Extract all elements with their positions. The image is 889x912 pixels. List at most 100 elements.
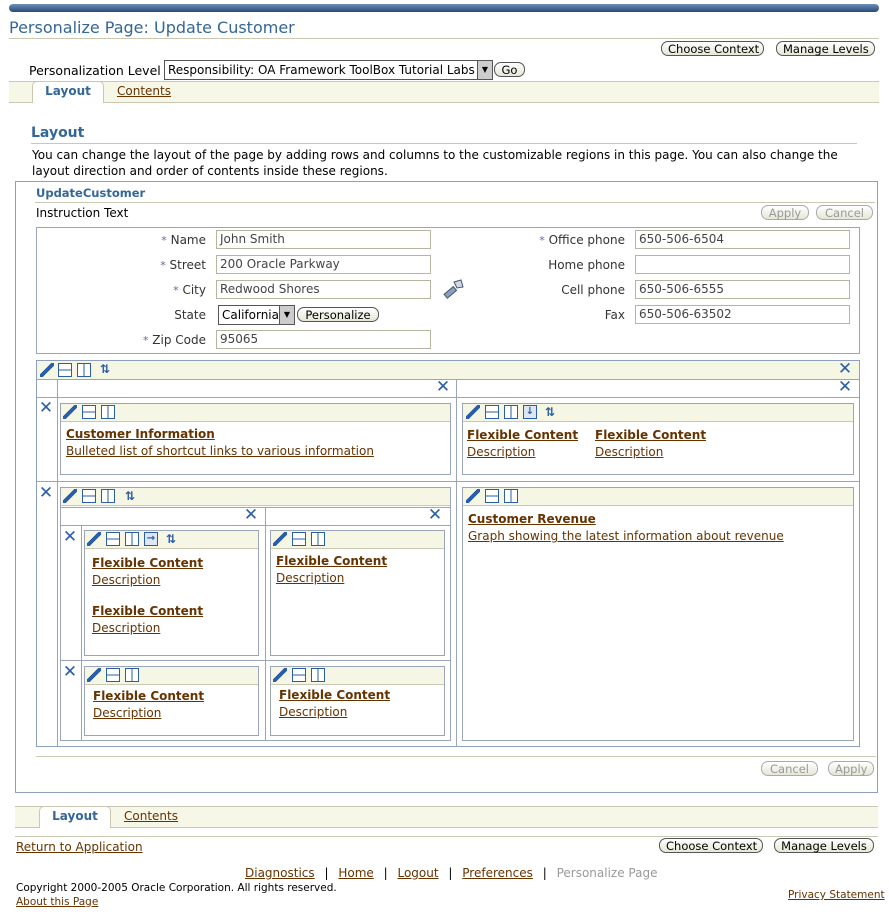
cell-phone-field[interactable]: 650-506-6555 bbox=[635, 280, 850, 299]
pencil-icon[interactable] bbox=[63, 405, 77, 419]
customer-revenue-link[interactable]: Customer Revenue bbox=[468, 512, 596, 526]
fax-field[interactable]: 650-506-63502 bbox=[635, 305, 850, 324]
home-phone-field[interactable] bbox=[635, 255, 850, 274]
pencil-icon[interactable] bbox=[40, 363, 54, 377]
customer-information-description[interactable]: Bulleted list of shortcut links to vario… bbox=[66, 444, 374, 458]
flashlight-icon[interactable] bbox=[441, 278, 465, 300]
remove-icon[interactable]: ✕ bbox=[837, 361, 853, 378]
privacy-statement-link[interactable]: Privacy Statement bbox=[788, 889, 885, 901]
pencil-icon[interactable] bbox=[273, 532, 287, 546]
flexible-content-description[interactable]: Description bbox=[467, 445, 535, 459]
remove-icon[interactable]: ✕ bbox=[38, 400, 54, 417]
manage-levels-button-bottom[interactable]: Manage Levels bbox=[774, 838, 874, 853]
remove-icon[interactable]: ✕ bbox=[435, 379, 451, 396]
manage-levels-button[interactable]: Manage Levels bbox=[776, 41, 875, 56]
flexible-content-description[interactable]: Description bbox=[276, 571, 344, 585]
remove-icon[interactable]: ✕ bbox=[38, 485, 54, 502]
add-column-icon[interactable] bbox=[504, 405, 518, 419]
move-down-icon[interactable]: ↓ bbox=[523, 405, 537, 419]
add-column-icon[interactable] bbox=[504, 489, 518, 503]
add-column-icon[interactable] bbox=[311, 532, 325, 546]
city-label: * City bbox=[120, 283, 206, 297]
flexible-content-link[interactable]: Flexible Content bbox=[93, 689, 204, 703]
zip-code-field[interactable]: 95065 bbox=[216, 330, 431, 349]
apply-button-top[interactable]: Apply bbox=[761, 205, 809, 220]
add-row-icon[interactable] bbox=[58, 363, 72, 377]
top-banner-bar bbox=[9, 4, 879, 12]
pencil-icon[interactable] bbox=[466, 405, 480, 419]
cancel-button-bottom[interactable]: Cancel bbox=[761, 761, 818, 776]
office-phone-field[interactable]: 650-506-6504 bbox=[635, 230, 850, 249]
flexible-content-link[interactable]: Flexible Content bbox=[276, 554, 387, 568]
remove-icon[interactable]: ✕ bbox=[243, 507, 259, 524]
flexible-content-description[interactable]: Description bbox=[93, 706, 161, 720]
flexible-content-description[interactable]: Description bbox=[279, 705, 347, 719]
pencil-icon[interactable] bbox=[466, 489, 480, 503]
pencil-icon[interactable] bbox=[63, 489, 77, 503]
pencil-icon[interactable] bbox=[87, 532, 101, 546]
flexible-content-link[interactable]: Flexible Content bbox=[92, 556, 203, 570]
reorder-icon[interactable]: ⇅ bbox=[164, 532, 178, 546]
choose-context-button[interactable]: Choose Context bbox=[661, 41, 764, 56]
add-column-icon[interactable] bbox=[311, 668, 325, 682]
tab-layout[interactable]: Layout bbox=[32, 81, 104, 103]
add-row-icon[interactable] bbox=[106, 668, 120, 682]
reorder-icon[interactable]: ⇅ bbox=[123, 489, 137, 503]
reorder-icon[interactable]: ⇅ bbox=[98, 362, 112, 376]
diagnostics-link[interactable]: Diagnostics bbox=[245, 866, 315, 880]
logout-link[interactable]: Logout bbox=[397, 866, 438, 880]
chevron-down-icon: ▼ bbox=[279, 306, 294, 324]
remove-icon[interactable]: ✕ bbox=[62, 664, 78, 681]
add-column-icon[interactable] bbox=[101, 405, 115, 419]
tab-contents[interactable]: Contents bbox=[110, 82, 178, 101]
add-row-icon[interactable] bbox=[485, 405, 499, 419]
footer-rule bbox=[15, 836, 878, 837]
flexible-content-description[interactable]: Description bbox=[595, 445, 663, 459]
cell-phone-label: Cell phone bbox=[561, 283, 625, 297]
tab-contents-bottom[interactable]: Contents bbox=[118, 807, 184, 826]
about-this-page-link[interactable]: About this Page bbox=[16, 896, 98, 908]
customer-information-link[interactable]: Customer Information bbox=[66, 427, 215, 441]
add-row-icon[interactable] bbox=[106, 532, 120, 546]
city-field[interactable]: Redwood Shores bbox=[216, 280, 431, 299]
remove-icon[interactable]: ✕ bbox=[62, 529, 78, 546]
add-row-icon[interactable] bbox=[485, 489, 499, 503]
flexible-content-description[interactable]: Description bbox=[92, 621, 160, 635]
name-field[interactable]: John Smith bbox=[216, 230, 431, 249]
move-right-icon[interactable]: → bbox=[144, 532, 158, 546]
pencil-icon[interactable] bbox=[87, 668, 101, 682]
add-column-icon[interactable] bbox=[125, 668, 139, 682]
state-select[interactable]: California ▼ bbox=[218, 305, 295, 325]
apply-button-bottom[interactable]: Apply bbox=[828, 761, 874, 776]
reorder-icon[interactable]: ⇅ bbox=[543, 405, 557, 419]
remove-icon[interactable]: ✕ bbox=[427, 507, 443, 524]
go-button[interactable]: Go bbox=[494, 62, 525, 77]
choose-context-button-bottom[interactable]: Choose Context bbox=[659, 838, 763, 853]
personalize-button[interactable]: Personalize bbox=[297, 307, 379, 322]
remove-icon[interactable]: ✕ bbox=[837, 379, 853, 396]
flexible-content-link[interactable]: Flexible Content bbox=[279, 688, 390, 702]
add-column-icon[interactable] bbox=[101, 489, 115, 503]
add-column-icon[interactable] bbox=[77, 363, 91, 377]
preferences-link[interactable]: Preferences bbox=[462, 866, 533, 880]
city-label-text: City bbox=[182, 283, 206, 297]
personalization-level-select[interactable]: Responsibility: OA Framework ToolBox Tut… bbox=[164, 60, 493, 80]
flexible-content-description[interactable]: Description bbox=[92, 573, 160, 587]
street-field[interactable]: 200 Oracle Parkway bbox=[216, 255, 431, 274]
add-column-icon[interactable] bbox=[125, 532, 139, 546]
flexible-content-link[interactable]: Flexible Content bbox=[467, 428, 578, 442]
cancel-button-top[interactable]: Cancel bbox=[816, 205, 873, 220]
add-row-icon[interactable] bbox=[82, 489, 96, 503]
add-row-icon[interactable] bbox=[292, 532, 306, 546]
customer-revenue-description[interactable]: Graph showing the latest information abo… bbox=[468, 529, 784, 543]
home-link[interactable]: Home bbox=[338, 866, 373, 880]
pencil-icon[interactable] bbox=[273, 668, 287, 682]
personalization-level-label: Personalization Level bbox=[29, 63, 161, 78]
add-row-icon[interactable] bbox=[292, 668, 306, 682]
flexible-content-link[interactable]: Flexible Content bbox=[595, 428, 706, 442]
flexible-content-link[interactable]: Flexible Content bbox=[92, 604, 203, 618]
tab-layout-bottom[interactable]: Layout bbox=[39, 806, 111, 828]
add-row-icon[interactable] bbox=[82, 405, 96, 419]
return-to-application-link[interactable]: Return to Application bbox=[16, 840, 143, 854]
region-name: UpdateCustomer bbox=[36, 186, 146, 200]
